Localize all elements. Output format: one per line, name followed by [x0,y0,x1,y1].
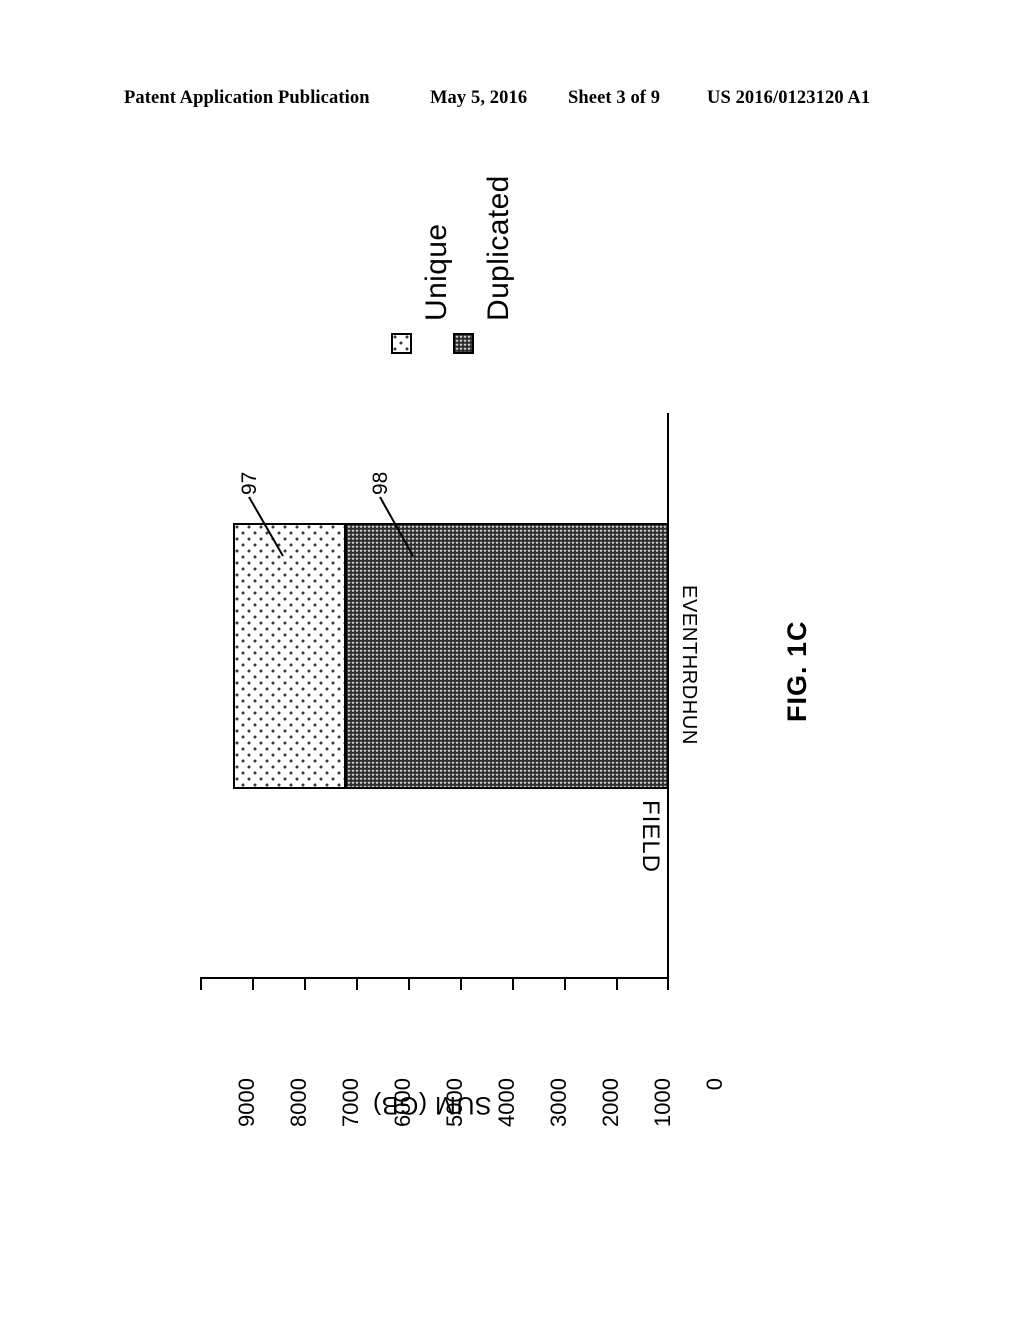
axis-tick [356,977,358,990]
axis-tick [408,977,410,990]
legend-label-duplicated: Duplicated [482,175,515,321]
legend-swatch-duplicated-icon [453,333,474,354]
value-axis-tick-label: 0 [702,1078,727,1091]
axis-tick [460,977,462,990]
axis-tick [616,977,618,990]
axis-tick [252,977,254,990]
legend-label-unique: Unique [420,223,453,321]
axis-tick [304,977,306,990]
value-axis-tick-label: 2000 [598,1078,623,1127]
bar-segment-unique [233,523,346,789]
figure-caption: FIG. 1C [782,620,812,722]
axis-tick [512,977,514,990]
value-axis-title: SUM (GB) [372,1091,492,1119]
bar-segment-duplicated [345,523,669,789]
reference-numeral-98: 98 [369,471,392,495]
category-axis-title: FIELD [637,800,664,874]
axis-tick [200,977,202,990]
value-axis-tick-label: 1000 [650,1078,675,1127]
value-axis-tick-label: 8000 [286,1078,311,1127]
value-axis-tick-label: 3000 [546,1078,571,1127]
value-axis-tick-label: 9000 [234,1078,259,1127]
axis-tick [564,977,566,990]
chart-legend: Unique Duplicated [386,175,515,383]
legend-swatch-unique-icon [391,333,412,354]
value-axis-line [200,977,669,979]
patent-figure-1c: 9000 8000 7000 6000 5000 4000 3000 2000 … [0,0,1024,1320]
reference-numeral-97: 97 [238,471,261,495]
axis-tick [667,977,669,990]
category-tick-label: EVENTHRDHUN [678,585,700,745]
